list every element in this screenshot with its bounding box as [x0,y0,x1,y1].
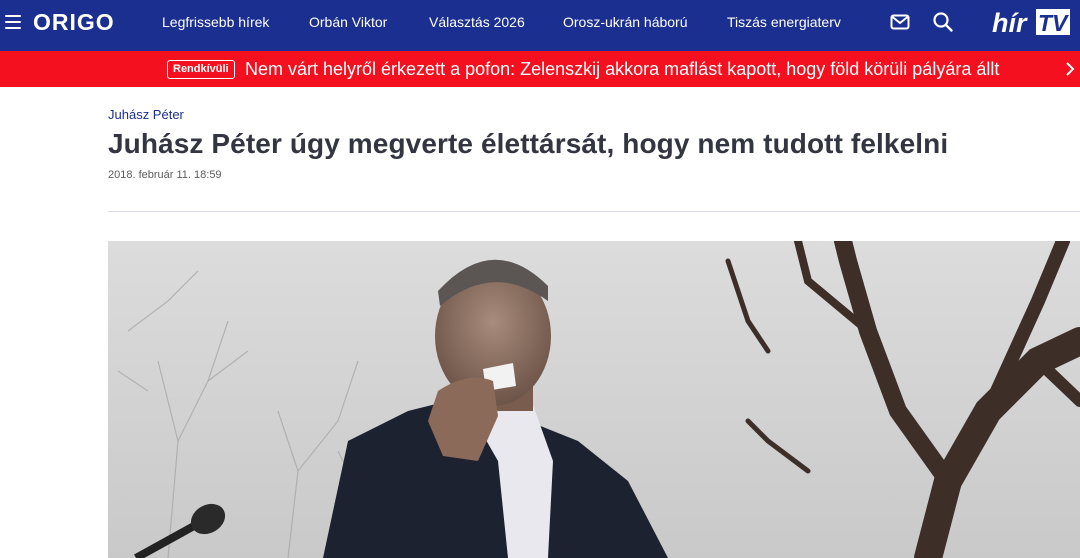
mail-icon[interactable] [890,13,910,31]
nav-item-orosz-ukran[interactable]: Orosz-ukrán háború [563,14,688,30]
divider [108,211,1080,212]
svg-text:TV: TV [1038,10,1069,36]
search-icon[interactable] [932,11,954,33]
article-title: Juhász Péter úgy megverte élettársát, ho… [108,128,949,159]
nav-links: Legfrissebb hírek Orbán Viktor Választás… [0,0,1080,51]
chevron-right-icon[interactable] [1063,61,1077,77]
hirtv-logo[interactable]: hír TV [992,6,1072,38]
article-category[interactable]: Juhász Péter [108,107,184,122]
breaking-news-bar[interactable]: Rendkívüli Nem várt helyről érkezett a p… [0,51,1080,87]
breaking-badge: Rendkívüli [167,60,235,79]
nav-item-legfrissebb[interactable]: Legfrissebb hírek [162,14,269,30]
article-date: 2018. február 11. 18:59 [108,169,222,181]
svg-text:hír: hír [992,8,1028,38]
nav-item-orban-viktor[interactable]: Orbán Viktor [309,14,387,30]
article-photo [108,241,1080,558]
article-photo-image [108,241,1080,558]
nav-item-valasztas[interactable]: Választás 2026 [429,14,525,30]
top-navigation: ORIGO Legfrissebb hírek Orbán Viktor Vál… [0,0,1080,51]
breaking-headline[interactable]: Nem várt helyről érkezett a pofon: Zelen… [245,59,999,80]
nav-item-tiszas[interactable]: Tiszás energiaterv [727,14,841,30]
